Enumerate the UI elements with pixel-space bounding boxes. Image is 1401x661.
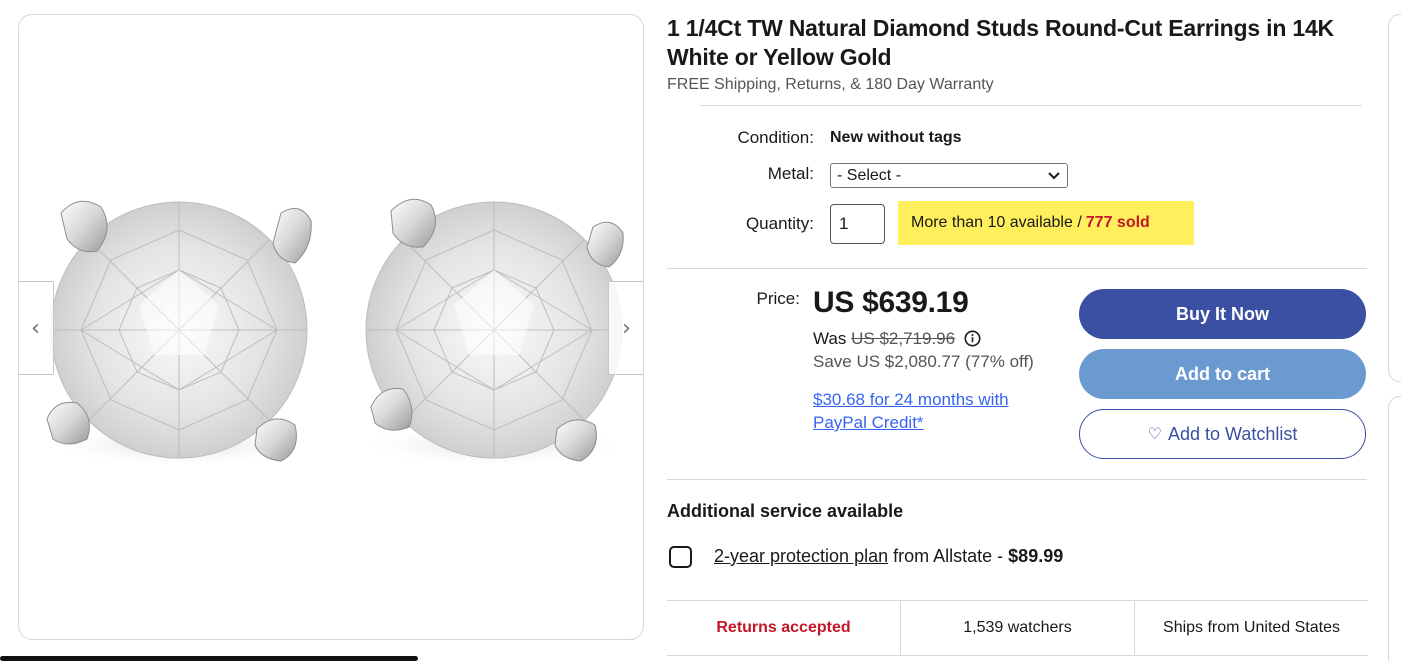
ships-from: Ships from United States — [1163, 619, 1340, 636]
was-price: US $2,719.96 — [851, 329, 956, 348]
product-subtitle: FREE Shipping, Returns, & 180 Day Warran… — [667, 76, 994, 93]
add-to-cart-button[interactable]: Add to cart — [1079, 349, 1366, 399]
protection-plan-checkbox[interactable] — [669, 546, 692, 568]
watchers-count: 1,539 watchers — [901, 601, 1135, 655]
buy-it-now-button[interactable]: Buy It Now — [1079, 289, 1366, 339]
availability-text: More than 10 available / — [911, 214, 1082, 231]
price-value: US $639.19 — [813, 286, 969, 319]
condition-value: New without tags — [830, 129, 962, 146]
was-label: Was — [813, 329, 847, 348]
savings-text: Save US $2,080.77 (77% off) — [813, 352, 1034, 371]
info-icon[interactable] — [964, 330, 981, 347]
side-panel-card — [1388, 14, 1401, 382]
product-image-gallery[interactable]: ‹ › — [18, 14, 644, 640]
side-panel-card — [1388, 396, 1401, 661]
price-label: Price: — [756, 289, 800, 308]
availability-badge: More than 10 available / 777 sold — [898, 201, 1194, 245]
product-image — [44, 198, 629, 467]
protection-plan-price: $89.99 — [1008, 546, 1064, 566]
quantity-label: Quantity: — [745, 214, 814, 233]
heart-icon: ♡ — [1147, 426, 1162, 443]
returns-accepted: Returns accepted — [667, 601, 901, 655]
divider — [700, 105, 1362, 106]
divider — [667, 268, 1367, 269]
quantity-input[interactable] — [830, 204, 885, 244]
chevron-left-icon: ‹ — [31, 315, 40, 341]
sold-count: 777 sold — [1085, 214, 1150, 231]
bottom-overlay-bar — [0, 656, 418, 661]
listing-stats: Returns accepted 1,539 watchers Ships fr… — [667, 600, 1368, 656]
divider — [667, 479, 1367, 480]
metal-label: Metal: — [767, 164, 814, 183]
next-image-button[interactable]: › — [608, 281, 643, 375]
protection-plan-link[interactable]: 2-year protection plan — [714, 546, 888, 566]
product-details: 1 1/4Ct TW Natural Diamond Studs Round-C… — [667, 14, 1367, 94]
product-title: 1 1/4Ct TW Natural Diamond Studs Round-C… — [667, 15, 1334, 70]
condition-label: Condition: — [737, 128, 814, 147]
previous-image-button[interactable]: ‹ — [19, 281, 54, 375]
metal-select-value: - Select - — [837, 166, 902, 184]
metal-select[interactable]: - Select - — [830, 163, 1068, 188]
watchlist-label: Add to Watchlist — [1167, 423, 1298, 444]
add-to-watchlist-button[interactable]: ♡ Add to Watchlist — [1079, 409, 1366, 459]
additional-service-title: Additional service available — [667, 501, 904, 521]
paypal-credit-link[interactable]: $30.68 for 24 months with PayPal Credit* — [813, 388, 1053, 434]
chevron-right-icon: › — [622, 315, 631, 341]
protection-plan-text: 2-year protection plan from Allstate - $… — [714, 546, 1063, 567]
was-price-row: Was US $2,719.96 — [813, 329, 981, 349]
chevron-down-icon — [1048, 171, 1060, 179]
protection-plan-provider: from Allstate - — [893, 546, 1004, 566]
